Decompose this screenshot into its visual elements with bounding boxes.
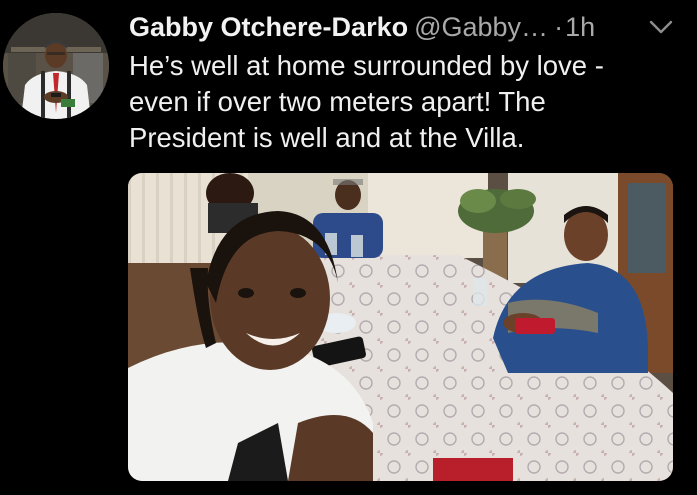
avatar[interactable] xyxy=(3,13,109,119)
timestamp[interactable]: 1h xyxy=(565,12,595,42)
tweet-text: He’s well at home surrounded by love - e… xyxy=(129,48,669,156)
photo-family-at-table-icon xyxy=(128,173,673,481)
tweet-text-line: President is well and at the Villa. xyxy=(129,122,525,153)
tweet-text-line: He’s well at home surrounded by love - xyxy=(129,50,604,81)
avatar-photo-icon xyxy=(3,13,109,119)
tweet[interactable]: Gabby Otchere-Darko @Gabby… ·1h He’s well … xyxy=(0,0,697,495)
separator-dot: · xyxy=(554,12,564,42)
display-name[interactable]: Gabby Otchere-Darko xyxy=(129,12,408,42)
tweet-text-line: even if over two meters apart! The xyxy=(129,86,546,117)
handle[interactable]: @Gabby… xyxy=(414,12,548,42)
chevron-down-icon[interactable] xyxy=(648,18,674,36)
tweet-photo[interactable] xyxy=(128,173,673,481)
tweet-header: Gabby Otchere-Darko @Gabby… ·1h xyxy=(129,10,689,44)
